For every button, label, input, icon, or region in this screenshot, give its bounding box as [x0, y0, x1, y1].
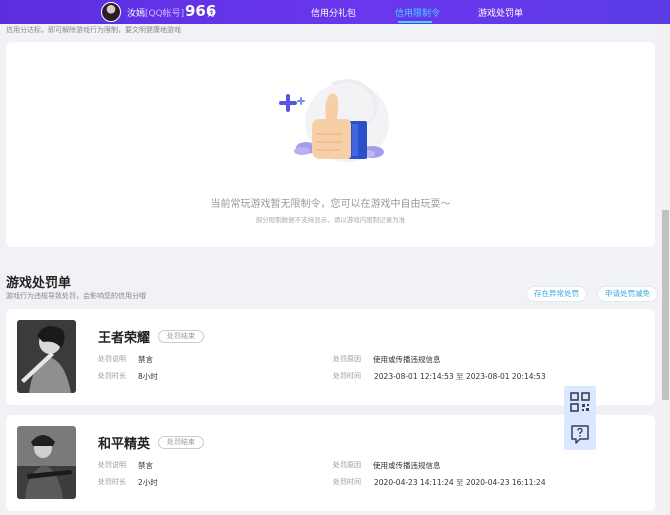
penalty-time-label: 处罚时间 [333, 372, 361, 380]
game-name: 和平精英 [98, 437, 151, 452]
username: 汝嫣 [127, 9, 146, 19]
qr-code-icon [570, 392, 590, 412]
penalty-status-badge: 处罚结束 [158, 330, 204, 343]
penalty-reason-value: 使用或传播违规信息 [373, 461, 441, 470]
penalty-reason-label: 处罚原因 [333, 355, 361, 363]
game-cover-image [17, 320, 76, 393]
penalty-duration-label: 处罚时长 [98, 478, 126, 486]
penalty-time-value: 2023-08-01 12:14:53 至 2023-08-01 20:14:5… [374, 371, 546, 382]
scrollbar-thumb[interactable] [662, 210, 669, 400]
account-type-tag: [QQ帐号] [145, 9, 185, 19]
penalty-time-start: 2023-08-01 12:14:53 [374, 372, 454, 381]
game-name: 王者荣耀 [98, 331, 151, 346]
penalty-status-badge: 处罚结束 [158, 436, 204, 449]
penalty-time-label: 处罚时间 [333, 478, 361, 486]
penalty-desc-value: 禁言 [138, 461, 153, 470]
apply-penalty-reduction-button[interactable]: 申请处罚减免 [597, 286, 658, 302]
tab-game-penalty[interactable]: 游戏处罚单 [478, 6, 523, 19]
active-tab-indicator [398, 21, 432, 23]
penalty-time-end: 2023-08-01 20:14:53 [465, 372, 546, 381]
thumbs-up-illustration-icon [279, 79, 389, 162]
qr-code-button[interactable] [564, 386, 596, 418]
credit-score-unit: 分 [207, 9, 217, 19]
penalty-duration-value: 8小时 [138, 372, 158, 381]
tab-credit-restriction[interactable]: 信用限制令 [395, 6, 440, 19]
penalty-duration-value: 2小时 [138, 478, 158, 487]
penalty-desc-label: 处罚说明 [98, 461, 126, 469]
empty-state-title: 当前常玩游戏暂无限制令，您可以在游戏中自由玩耍～ [210, 199, 451, 210]
penalty-time-end: 2020-04-23 16:11:24 [465, 478, 546, 487]
empty-state-subtitle: 部分限制数据不支持显示，请以游戏内限制记录为准 [255, 216, 406, 224]
game-cover-image [17, 426, 76, 499]
penalty-reason-label: 处罚原因 [333, 461, 361, 469]
tab-credit-gift[interactable]: 信用分礼包 [311, 6, 356, 19]
penalty-card: 王者荣耀 处罚结束 处罚说明 禁言 处罚时长 8小时 处罚原因 使用或传播违规信… [6, 309, 655, 405]
user-avatar[interactable] [101, 2, 121, 22]
top-nav-bar: 汝嫣 [QQ帐号] 966 分 信用分礼包 信用限制令 游戏处罚单 [0, 0, 670, 24]
penalty-reason-value: 使用或传播违规信息 [373, 355, 441, 364]
penalty-desc-value: 禁言 [138, 355, 153, 364]
penalty-time-start: 2020-04-23 14:11:24 [374, 478, 454, 487]
restriction-empty-card: 当前常玩游戏暂无限制令，您可以在游戏中自由玩耍～ 部分限制数据不支持显示，请以游… [6, 42, 655, 247]
report-abnormal-penalty-button[interactable]: 存在异常处罚 [526, 286, 587, 302]
penalty-section-title: 游戏处罚单 [6, 276, 72, 291]
penalty-section-subtitle: 游戏行为违规导致处罚，会影响您的信用分哦 [6, 292, 146, 300]
help-chat-icon [571, 425, 589, 444]
penalty-time-value: 2020-04-23 14:11:24 至 2020-04-23 16:11:2… [374, 477, 546, 488]
restriction-hint: 信用分达标，即可解除游戏行为限制，要文明健康地游戏 [6, 26, 181, 34]
penalty-duration-label: 处罚时长 [98, 372, 126, 380]
penalty-time-separator: 至 [456, 372, 464, 381]
help-feedback-button[interactable] [564, 418, 596, 450]
penalty-card: 和平精英 处罚结束 处罚说明 禁言 处罚时长 2小时 处罚原因 使用或传播违规信… [6, 415, 655, 511]
penalty-time-separator: 至 [456, 478, 464, 487]
penalty-desc-label: 处罚说明 [98, 355, 126, 363]
